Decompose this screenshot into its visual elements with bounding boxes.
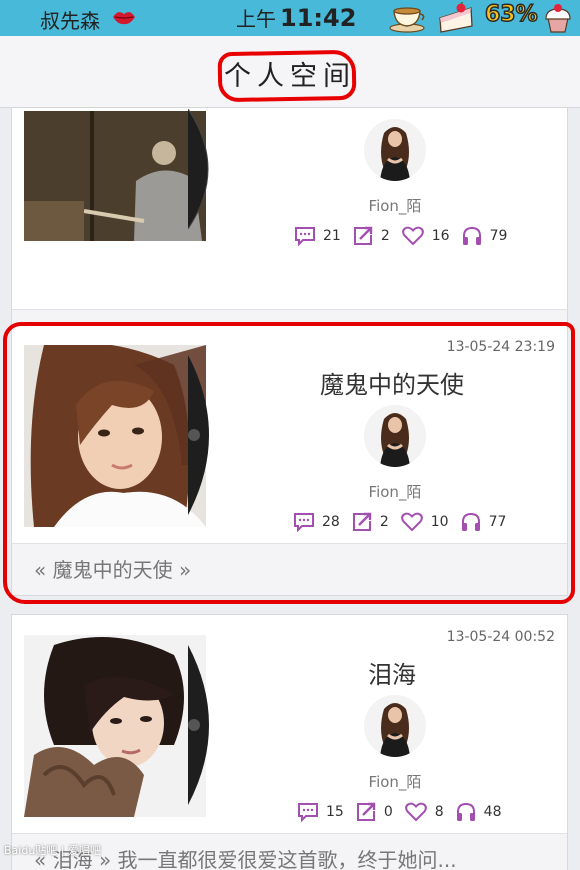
clock-time: 11:42 — [280, 4, 357, 32]
post-body[interactable]: 13-05-24 00:52 泪海 Fion_陌 15 0 8 48 — [12, 615, 567, 833]
username[interactable]: Fion_陌 — [312, 195, 478, 216]
heart-icon — [404, 802, 427, 822]
comment-count: 15 — [326, 804, 344, 820]
listen-stat[interactable]: 79 — [462, 226, 508, 246]
lips-icon — [113, 12, 135, 25]
battery-level: 63% — [484, 1, 538, 28]
post-feed[interactable]: Fion_陌 21 2 16 79 « c — [0, 108, 580, 870]
cupcake-icon — [545, 4, 571, 33]
share-icon — [353, 226, 373, 245]
annotation-outline — [3, 322, 575, 604]
clock: 上午 11:42 — [236, 3, 356, 32]
album-cover[interactable] — [24, 635, 206, 817]
watermark: Baidu贴吧 | 爱唱吧 — [4, 844, 101, 857]
vinyl-disc — [188, 109, 209, 229]
post-body[interactable]: Fion_陌 21 2 16 79 — [12, 108, 567, 309]
share-icon — [356, 802, 376, 821]
share-stat[interactable]: 0 — [356, 802, 393, 822]
heart-icon — [401, 226, 424, 246]
headphones-icon — [462, 226, 481, 245]
post-timestamp: 13-05-24 00:52 — [446, 629, 555, 645]
comment-stat[interactable]: 15 — [298, 802, 344, 822]
comment-icon — [298, 803, 318, 822]
listen-stat[interactable]: 48 — [456, 802, 502, 822]
like-count: 16 — [431, 228, 450, 244]
share-count: 2 — [380, 228, 390, 244]
clock-ampm: 上午 — [236, 7, 276, 31]
comment-count: 21 — [323, 228, 341, 244]
album-cover[interactable] — [24, 111, 206, 241]
share-count: 0 — [383, 804, 393, 820]
cake-icon — [439, 2, 473, 33]
listen-count: 79 — [489, 228, 508, 244]
status-bar: 叔先森 上午 11:42 63% — [0, 0, 580, 36]
like-count: 8 — [434, 804, 444, 820]
listen-count: 48 — [483, 804, 502, 820]
post-card[interactable]: 13-05-24 00:52 泪海 Fion_陌 15 0 8 48 « 泪海 … — [11, 614, 568, 870]
carrier-name: 叔先森 — [40, 9, 100, 33]
post-stats: 21 2 16 79 — [295, 225, 519, 247]
avatar[interactable] — [364, 695, 426, 757]
comment-stat[interactable]: 21 — [295, 226, 341, 246]
like-stat[interactable]: 8 — [404, 802, 444, 822]
like-stat[interactable]: 16 — [401, 226, 450, 246]
headphones-icon — [456, 802, 475, 821]
nav-bar: 个人空间 — [0, 36, 580, 108]
teacup-icon — [389, 7, 425, 33]
comment-icon — [295, 227, 315, 246]
annotation-circle — [217, 49, 357, 103]
song-title[interactable]: 泪海 — [262, 655, 522, 690]
share-stat[interactable]: 2 — [353, 226, 390, 246]
post-stats: 15 0 8 48 — [298, 801, 514, 823]
avatar[interactable] — [364, 119, 426, 181]
username[interactable]: Fion_陌 — [312, 771, 478, 792]
vinyl-disc — [188, 645, 209, 805]
